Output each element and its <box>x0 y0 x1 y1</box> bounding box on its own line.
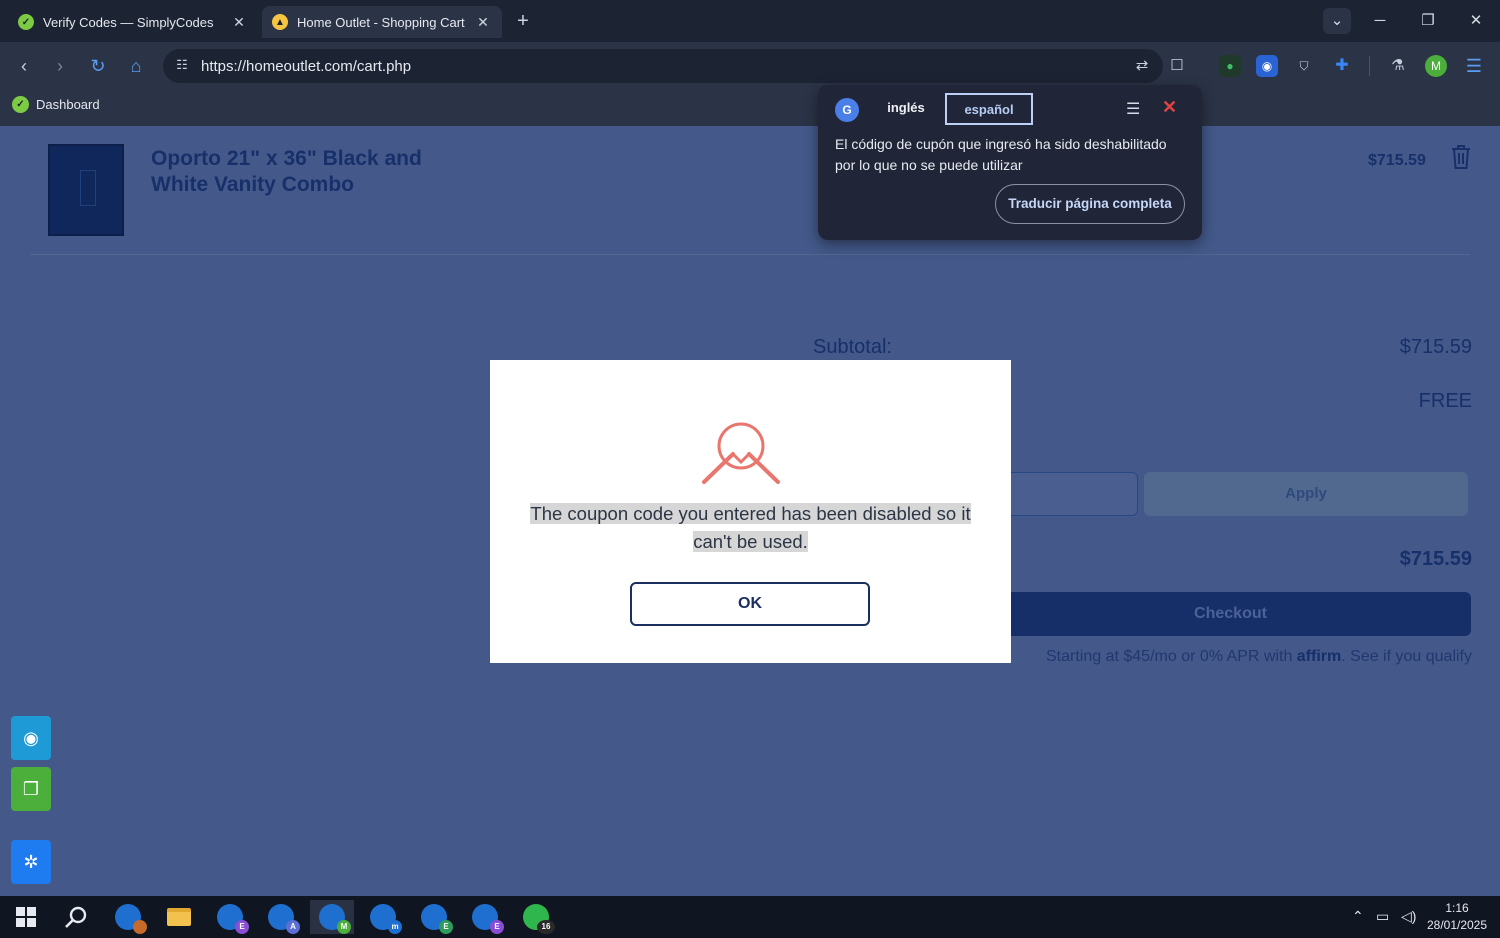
shield-extension-icon[interactable]: ⛉ <box>1293 55 1315 77</box>
whatsapp-icon[interactable]: 16 <box>514 900 558 934</box>
puzzle-icon[interactable]: ✚ <box>1331 55 1353 77</box>
address-bar[interactable]: ☷ https://homeoutlet.com/cart.php ⇄ ☐ <box>163 49 1184 83</box>
google-translate-icon: G <box>835 98 859 122</box>
edge-profile-icon[interactable]: E <box>412 900 456 934</box>
copy-icon[interactable]: ❐ <box>11 767 51 811</box>
site-info-icon[interactable]: ☷ <box>173 57 191 75</box>
coupon-input[interactable] <box>990 472 1138 516</box>
menu-icon[interactable]: ☰ <box>1463 55 1485 77</box>
tab-list-chevron-icon[interactable]: ⌄ <box>1323 8 1351 34</box>
profile-badge: E <box>235 920 249 934</box>
close-window-icon[interactable]: ✕ <box>1463 8 1489 34</box>
tab-title: Verify Codes — SimplyCodes <box>43 14 214 30</box>
file-explorer-icon[interactable] <box>157 900 201 934</box>
tab-title: Home Outlet - Shopping Cart <box>297 14 465 30</box>
edge-profile-icon[interactable]: E <box>208 900 252 934</box>
translate-menu-icon[interactable]: ☰ <box>1126 99 1140 119</box>
clock-date: 28/01/2025 <box>1426 918 1488 932</box>
new-tab-button[interactable]: + <box>512 10 534 32</box>
minimize-icon[interactable]: ─ <box>1367 8 1393 34</box>
financing-link[interactable]: . See if you qualify <box>1341 648 1472 665</box>
browser-toolbar: ‹ › ↻ ⌂ ☷ https://homeoutlet.com/cart.ph… <box>0 42 1500 90</box>
tab-home-outlet[interactable]: ▲ Home Outlet - Shopping Cart ✕ <box>262 6 502 38</box>
bookmark-label: Dashboard <box>36 97 100 112</box>
target-language-tab[interactable]: español <box>945 93 1033 125</box>
flask-icon[interactable]: ⚗ <box>1387 55 1409 77</box>
close-icon[interactable]: ✕ <box>1162 97 1177 118</box>
windows-logo-icon <box>16 907 36 927</box>
subtotal-label: Subtotal: <box>813 336 892 358</box>
network-icon[interactable]: ▭ <box>1376 908 1389 925</box>
translate-full-page-button[interactable]: Traducir página completa <box>995 184 1185 224</box>
affirm-financing-text: Starting at $45/mo or 0% APR with affirm… <box>1046 648 1472 666</box>
checkout-button[interactable]: Checkout <box>990 592 1471 636</box>
coupon-error-modal: The coupon code you entered has been dis… <box>490 360 1011 663</box>
search-error-icon <box>702 422 780 484</box>
start-icon[interactable] <box>4 900 48 934</box>
forward-icon[interactable]: › <box>48 54 72 78</box>
financing-prefix: Starting at $45/mo or 0% APR with <box>1046 648 1293 665</box>
taskbar: E A M m E E 16 ⌃ ▭ ◁) 1:16 28/01/2025 <box>0 896 1500 938</box>
divider <box>30 254 1470 255</box>
leaf-extension-icon[interactable]: ● <box>1219 55 1241 77</box>
volume-icon[interactable]: ◁) <box>1401 908 1416 925</box>
edge-profile-icon[interactable] <box>106 900 150 934</box>
edge-profile-icon[interactable]: A <box>259 900 303 934</box>
eye-icon[interactable]: ◉ <box>11 716 51 760</box>
avatar-letter: M <box>1431 59 1441 73</box>
modal-message: The coupon code you entered has been dis… <box>510 500 991 556</box>
restore-icon[interactable]: ❐ <box>1415 8 1441 34</box>
system-clock[interactable]: 1:16 28/01/2025 <box>1420 900 1494 934</box>
trash-icon[interactable] <box>1449 144 1473 170</box>
search-icon[interactable] <box>54 900 98 934</box>
product-name-link[interactable]: Oporto 21" x 36" Black and White Vanity … <box>151 146 471 198</box>
translate-icon[interactable]: ⇄ <box>1131 55 1153 77</box>
affirm-logo: affirm <box>1296 648 1342 665</box>
selected-message-text: The coupon code you entered has been dis… <box>530 503 971 552</box>
translated-text: El código de cupón que ingresó ha sido d… <box>835 136 1167 173</box>
translate-popup: G inglés español ☰ ✕ El código de cupón … <box>818 85 1202 240</box>
profile-avatar[interactable]: M <box>1425 55 1447 77</box>
back-icon[interactable]: ‹ <box>12 54 36 78</box>
magnifier-icon <box>65 906 87 928</box>
notification-badge: 16 <box>537 920 555 934</box>
chevron-up-icon[interactable]: ⌃ <box>1352 908 1364 925</box>
url-text[interactable]: https://homeoutlet.com/cart.php <box>201 58 411 75</box>
home-icon[interactable]: ⌂ <box>124 54 148 78</box>
gear-icon[interactable]: ✲ <box>11 840 51 884</box>
home-outlet-favicon-icon: ▲ <box>272 14 288 30</box>
line-item-price: $715.59 <box>1368 152 1426 169</box>
profile-badge: E <box>490 920 504 934</box>
simplycodes-icon: ✓ <box>12 96 29 113</box>
edge-profile-icon[interactable]: E <box>463 900 507 934</box>
ok-button[interactable]: OK <box>630 582 870 626</box>
simplycodes-favicon-icon: ✓ <box>18 14 34 30</box>
toolbar-divider <box>1369 56 1370 76</box>
shield-blue-extension-icon[interactable]: ◉ <box>1256 55 1278 77</box>
source-language-tab[interactable]: inglés <box>873 93 939 125</box>
clock-time: 1:16 <box>1445 901 1469 915</box>
bookmark-dashboard[interactable]: ✓ Dashboard <box>12 96 100 113</box>
tab-bar: ✓ Verify Codes — SimplyCodes ✕ ▲ Home Ou… <box>0 0 1500 42</box>
subtotal-value: $715.59 <box>1399 336 1472 358</box>
profile-badge: E <box>439 920 453 934</box>
shipping-value: FREE <box>1418 390 1472 412</box>
tab-verify-codes[interactable]: ✓ Verify Codes — SimplyCodes ✕ <box>8 6 258 38</box>
reload-icon[interactable]: ↻ <box>86 54 110 78</box>
apply-coupon-button[interactable]: Apply <box>1144 472 1468 516</box>
close-tab-icon[interactable]: ✕ <box>230 14 248 31</box>
profile-badge: m <box>388 920 402 934</box>
bookmark-icon[interactable]: ☐ <box>1166 55 1188 77</box>
close-tab-icon[interactable]: ✕ <box>474 14 492 31</box>
product-image[interactable] <box>48 144 124 236</box>
edge-profile-icon[interactable]: m <box>361 900 405 934</box>
profile-badge: M <box>337 920 351 934</box>
total-value: $715.59 <box>1399 548 1472 570</box>
profile-badge: A <box>286 920 300 934</box>
edge-profile-icon[interactable]: M <box>310 900 354 934</box>
bookmarks-bar: ✓ Dashboard <box>0 90 1500 126</box>
